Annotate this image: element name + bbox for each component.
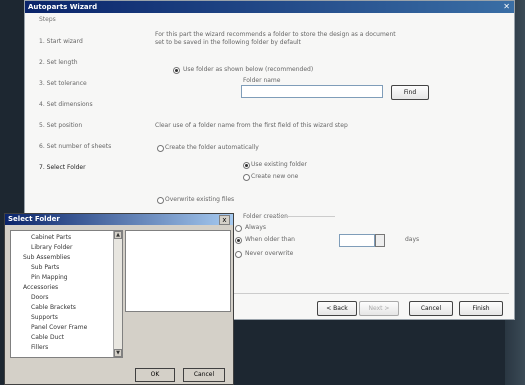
create-new-radio[interactable] xyxy=(243,174,250,181)
folder-tree-item[interactable]: Doors xyxy=(31,294,49,301)
folder-input[interactable] xyxy=(241,85,383,98)
folder-preview-pane xyxy=(125,230,231,312)
note-text: Clear use of a folder name from the firs… xyxy=(155,122,348,129)
wizard-title: Autoparts Wizard xyxy=(28,3,98,11)
overwrite-checkbox[interactable] xyxy=(157,197,164,204)
scroll-up-arrow[interactable]: ▲ xyxy=(114,231,122,239)
ok-button[interactable]: OK xyxy=(135,368,175,382)
days-spinner[interactable] xyxy=(375,234,385,247)
dialog-titlebar: Select Folder xyxy=(5,214,233,225)
step-set-sheets[interactable]: 6. Set number of sheets xyxy=(39,136,149,157)
days-unit-label: days xyxy=(405,236,420,243)
select-folder-dialog: Select Folder x Cabinet Parts Library Fol… xyxy=(4,213,234,385)
cancel-button[interactable]: Cancel xyxy=(409,301,453,316)
tree-scrollbar[interactable]: ▲ ▼ xyxy=(113,231,122,357)
create-folder-label: Create the folder automatically xyxy=(165,144,259,151)
next-button[interactable]: Next > xyxy=(359,301,399,316)
folder-tree-item[interactable]: Cable Brackets xyxy=(31,304,76,311)
days-input[interactable] xyxy=(339,234,375,247)
never-label: Never overwrite xyxy=(245,250,294,257)
scroll-down-arrow[interactable]: ▼ xyxy=(114,349,122,357)
folder-tree-item[interactable]: Sub Parts xyxy=(31,264,59,271)
when-older-radio[interactable] xyxy=(235,237,242,244)
folder-name-label: Folder name xyxy=(243,77,281,84)
use-existing-label: Use existing folder xyxy=(251,161,308,168)
close-icon[interactable]: x xyxy=(219,215,230,225)
folder-tree-item[interactable]: Sub Assemblies xyxy=(23,254,70,261)
step-start-wizard[interactable]: 1. Start wizard xyxy=(39,31,149,52)
use-folder-radio[interactable] xyxy=(173,67,180,74)
find-button[interactable]: Find xyxy=(391,85,429,100)
finish-button[interactable]: Finish xyxy=(459,301,503,316)
step-set-length[interactable]: 2. Set length xyxy=(39,52,149,73)
folder-tree-item[interactable]: Accessories xyxy=(23,284,58,291)
overwrite-label: Overwrite existing files xyxy=(165,196,235,203)
intro-text-1: For this part the wizard recommends a fo… xyxy=(155,31,396,38)
wizard-titlebar: Autoparts Wizard xyxy=(25,1,514,13)
folder-tree[interactable]: Cabinet Parts Library Folder Sub Assemblie… xyxy=(10,230,123,358)
folder-tree-item[interactable]: Panel Cover Frame xyxy=(31,324,87,331)
folder-tree-item[interactable]: Supports xyxy=(31,314,58,321)
step-set-tolerance[interactable]: 3. Set tolerance xyxy=(39,73,149,94)
folder-tree-item[interactable]: Fillers xyxy=(31,344,48,351)
steps-header: Steps xyxy=(39,16,56,23)
always-radio[interactable] xyxy=(235,225,242,232)
dialog-title: Select Folder xyxy=(8,215,60,223)
close-icon[interactable]: ✕ xyxy=(503,2,510,11)
always-label: Always xyxy=(245,224,267,231)
never-radio[interactable] xyxy=(235,251,242,258)
steps-list: Steps 1. Start wizard 2. Set length 3. S… xyxy=(39,16,149,178)
step-set-dimensions[interactable]: 4. Set dimensions xyxy=(39,94,149,115)
folder-tree-item[interactable]: Pin Mapping xyxy=(31,274,68,281)
step-set-position[interactable]: 5. Set position xyxy=(39,115,149,136)
create-new-label: Create new one xyxy=(251,173,299,180)
folder-tree-item[interactable]: Cable Duct xyxy=(31,334,64,341)
back-button[interactable]: < Back xyxy=(317,301,357,316)
folder-tree-item[interactable]: Library Folder xyxy=(31,244,72,251)
dialog-cancel-button[interactable]: Cancel xyxy=(183,368,225,382)
use-folder-label: Use folder as shown below (recommended) xyxy=(183,66,314,73)
create-folder-checkbox[interactable] xyxy=(157,145,164,152)
when-older-label: When older than xyxy=(245,236,295,243)
policy-divider xyxy=(275,216,335,217)
use-existing-radio[interactable] xyxy=(243,162,250,169)
step-select-folder[interactable]: 7. Select Folder xyxy=(39,157,149,178)
folder-tree-item[interactable]: Cabinet Parts xyxy=(31,234,71,241)
intro-text-2: set to be saved in the following folder … xyxy=(155,39,301,46)
